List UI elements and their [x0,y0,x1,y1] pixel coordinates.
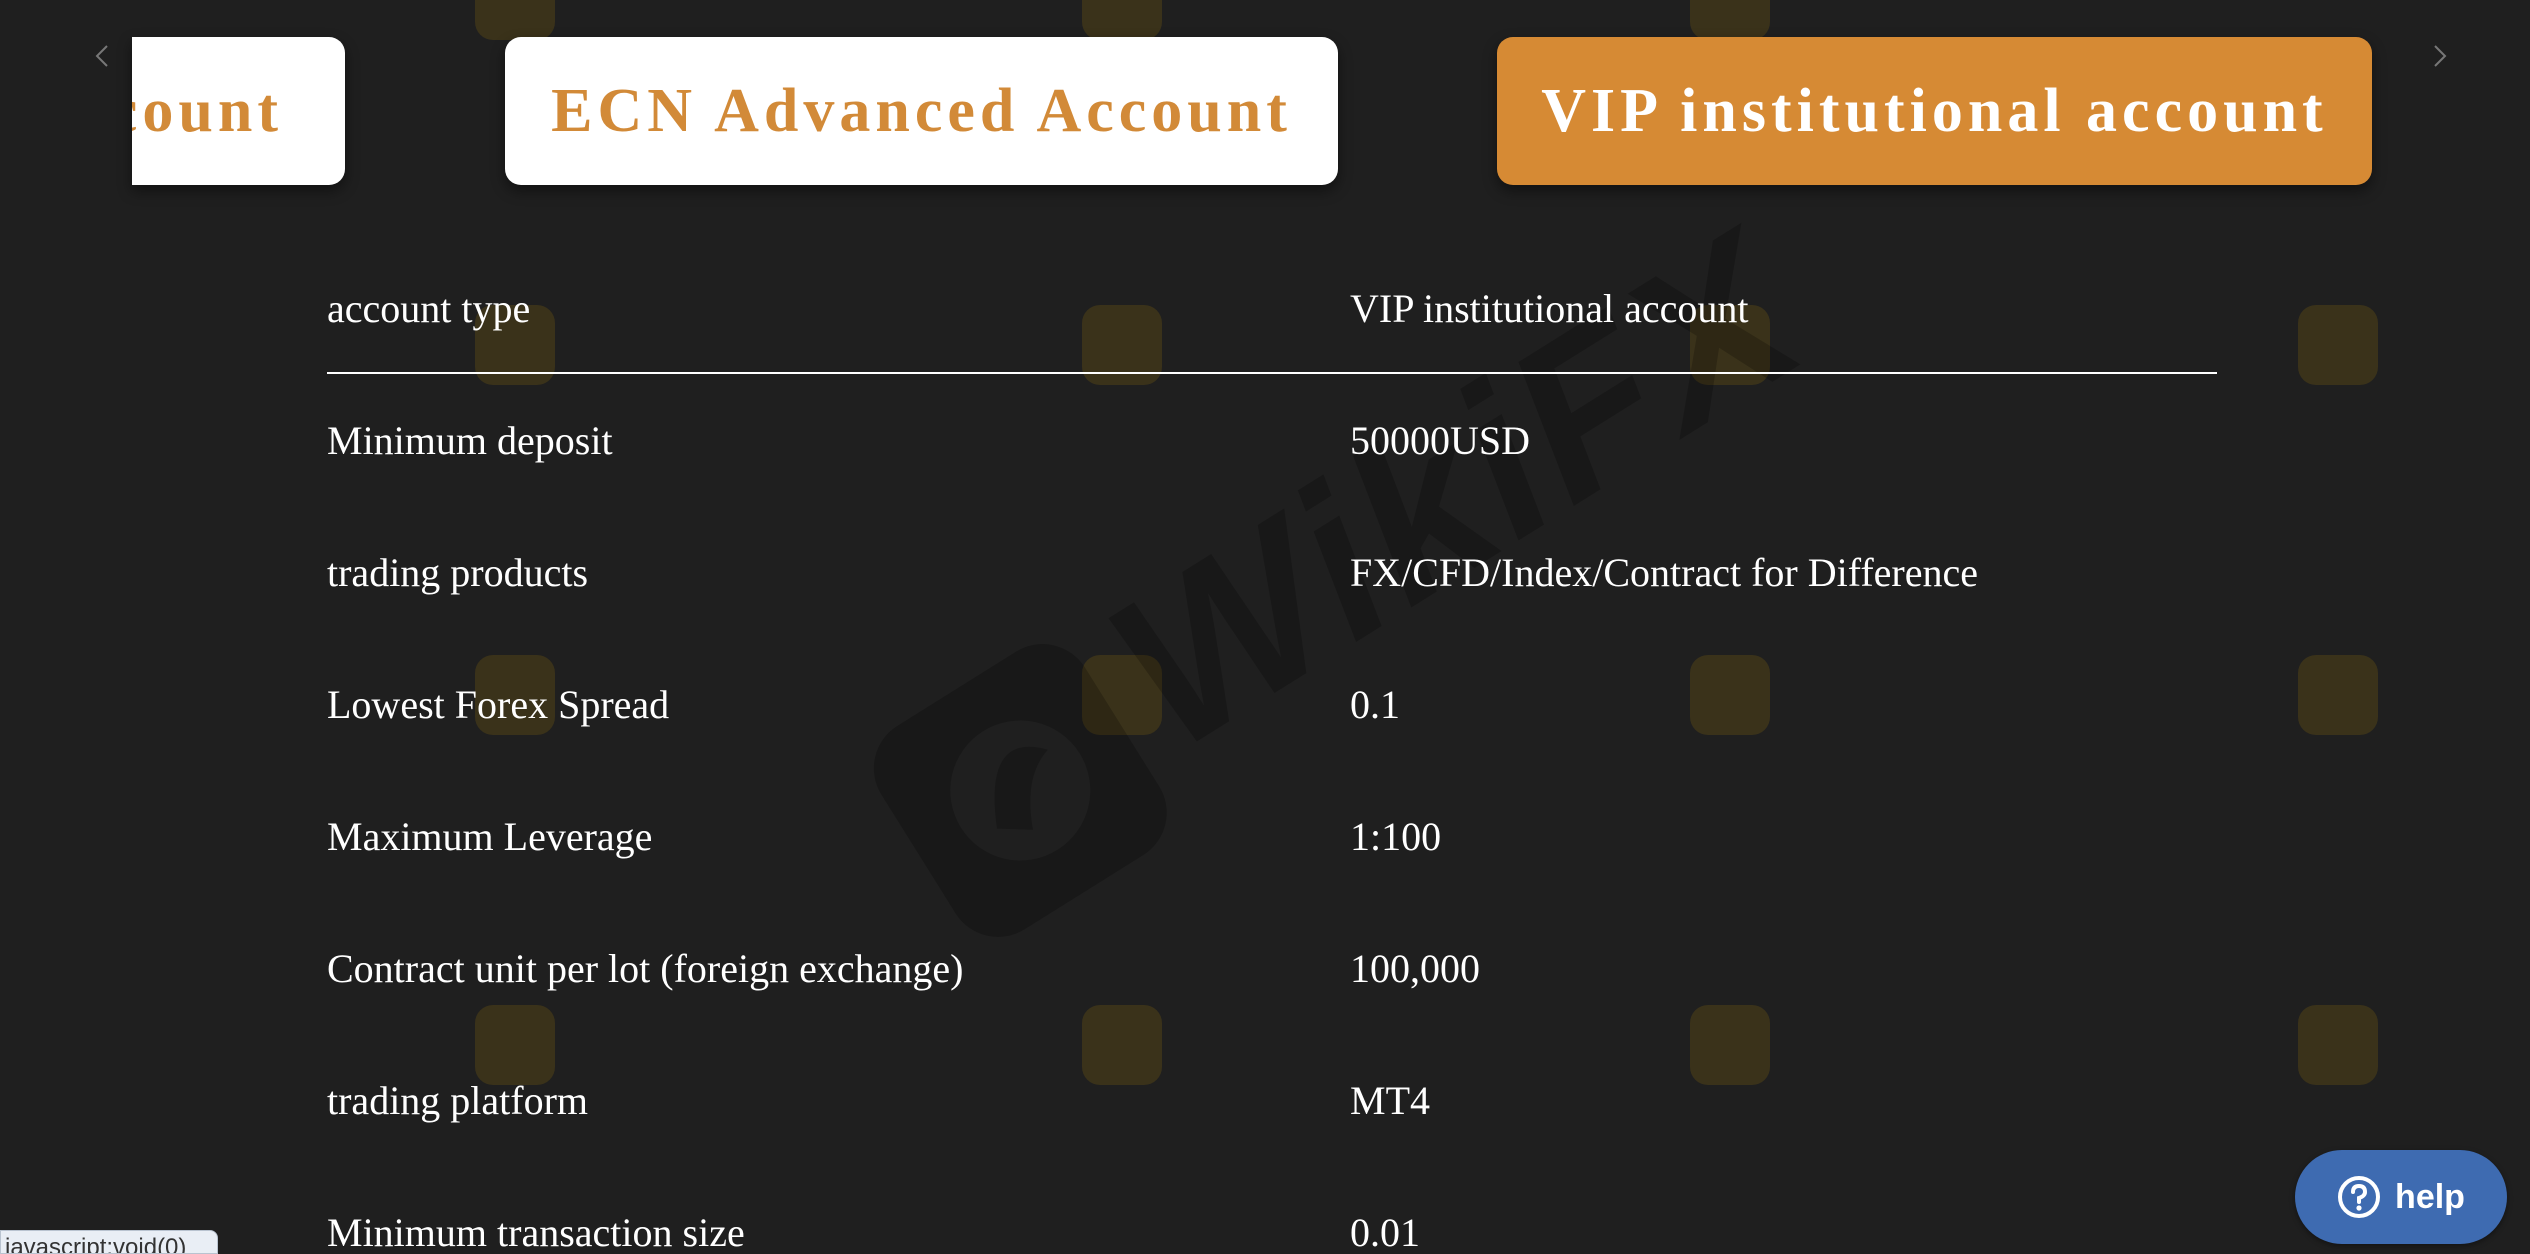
account-type-carousel: count ECN Advanced Account VIP instituti… [0,0,2530,200]
row-label: trading products [327,549,589,595]
watermark-logo-icon [2298,305,2378,385]
row-value: 0.1 [1350,681,1400,727]
row-value: 0.01 [1350,1209,1420,1254]
row-value: 50000USD [1350,417,1531,463]
table-row: Maximum Leverage 1:100 [327,770,2217,902]
row-label: trading platform [327,1077,589,1123]
row-label: Contract unit per lot (foreign exchange) [327,945,964,991]
row-label: Minimum transaction size [327,1209,745,1254]
table-row: Minimum transaction size 0.01 [327,1166,2217,1254]
tab-standard-account[interactable]: count [132,37,345,185]
status-bar-url: javascript:void(0) [0,1230,218,1254]
chevron-right-icon [2434,45,2447,67]
row-label: Minimum deposit [327,417,613,463]
help-label: help [2395,1177,2465,1216]
tab-ecn-advanced-account[interactable]: ECN Advanced Account [505,37,1338,185]
watermark-logo-icon [2298,1005,2378,1085]
carousel-next-button[interactable] [2420,36,2460,76]
question-circle-icon [2338,1176,2381,1218]
row-value: 100,000 [1350,945,1480,991]
row-label: Maximum Leverage [327,813,653,859]
row-value: MT4 [1350,1077,1430,1123]
table-row: Contract unit per lot (foreign exchange)… [327,902,2217,1034]
table-row: trading products FX/CFD/Index/Contract f… [327,506,2217,638]
tab-vip-institutional-account[interactable]: VIP institutional account [1497,37,2372,185]
account-spec-table: account type VIP institutional account M… [327,244,2217,1254]
table-row: Minimum deposit 50000USD [327,374,2217,506]
table-row: Lowest Forex Spread 0.1 [327,638,2217,770]
help-button[interactable]: help [2295,1150,2507,1244]
table-row: account type VIP institutional account [327,244,2217,374]
watermark-logo-icon [2298,655,2378,735]
table-row: trading platform MT4 [327,1034,2217,1166]
row-value: FX/CFD/Index/Contract for Difference [1350,549,1978,595]
row-value: VIP institutional account [1350,285,1749,331]
row-value: 1:100 [1350,813,1442,859]
carousel-prev-button[interactable] [82,36,122,76]
tab-label: ECN Advanced Account [551,76,1292,145]
row-label: account type [327,285,531,331]
tab-label: count [132,76,283,145]
chevron-left-icon [95,45,108,67]
row-label: Lowest Forex Spread [327,681,670,727]
tab-label: VIP institutional account [1541,76,2328,145]
